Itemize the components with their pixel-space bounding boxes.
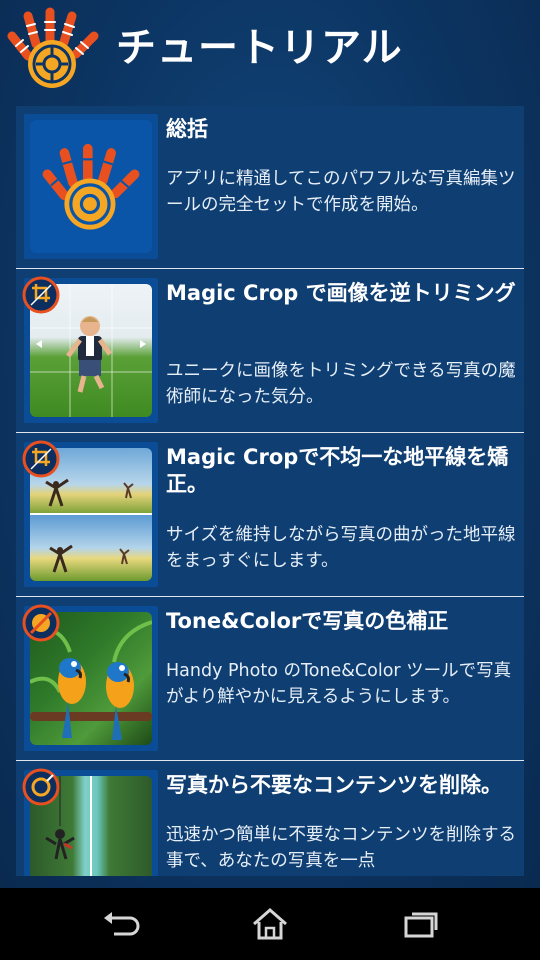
item-description: Handy Photo のTone&Color ツールで写真がより鮮やかに見える…	[166, 661, 512, 707]
retouch-icon	[22, 768, 60, 806]
item-title: 総括	[166, 117, 208, 141]
item-title: Tone&Colorで写真の色補正	[166, 609, 449, 633]
item-description: アプリに精通してこのパワフルな写真編集ツールの完全セットで作成を開始。	[166, 169, 516, 215]
thumbnail	[22, 276, 158, 423]
item-description: 迅速かつ簡単に不要なコンテンツを削除する事で、あなたの写真を一点	[166, 825, 516, 871]
tone-color-icon	[22, 604, 60, 642]
recent-apps-icon[interactable]	[396, 904, 444, 944]
magic-crop-icon	[22, 276, 60, 314]
thumbnail	[22, 604, 158, 751]
tutorial-screen: チュートリアル 総括 アプリに精通してこのパワフルな写真編集ツールの完全セットで…	[0, 0, 540, 888]
page-title: チュートリアル	[116, 25, 403, 71]
hand-photo-logo-icon	[7, 7, 99, 88]
item-title: Magic Crop で画像を逆トリミング	[166, 281, 516, 305]
list-item[interactable]: Magic Cropで不均一な地平線を矯正。 サイズを維持しながら写真の曲がった…	[16, 434, 524, 597]
list-item[interactable]: Magic Crop で画像を逆トリミング ユニークに画像をトリミングできる写真…	[16, 270, 524, 433]
divider	[16, 596, 524, 597]
list-item[interactable]: Tone&Colorで写真の色補正 Handy Photo のTone&Colo…	[16, 598, 524, 761]
list-item[interactable]: 総括 アプリに精通してこのパワフルな写真編集ツールの完全セットで作成を開始。	[16, 106, 524, 269]
tutorial-list[interactable]: 総括 アプリに精通してこのパワフルな写真編集ツールの完全セットで作成を開始。 M…	[16, 106, 524, 876]
home-icon[interactable]	[246, 904, 294, 944]
divider	[16, 760, 524, 761]
magic-crop-icon	[22, 440, 60, 478]
item-title: 写真から不要なコンテンツを削除。	[166, 773, 502, 797]
item-description: サイズを維持しながら写真の曲がった地平線をまっすぐにします。	[166, 525, 516, 571]
thumbnail	[24, 114, 158, 259]
item-description: ユニークに画像をトリミングできる写真の魔術師になった気分。	[166, 361, 516, 407]
hand-logo-thumbnail	[30, 120, 152, 253]
back-icon[interactable]	[96, 904, 144, 944]
divider	[16, 432, 524, 433]
item-title: Magic Cropで不均一な地平線を矯正。	[166, 445, 509, 496]
thumbnail	[22, 440, 158, 587]
list-item[interactable]: 写真から不要なコンテンツを削除。 迅速かつ簡単に不要なコンテンツを削除する事で、…	[16, 762, 524, 876]
thumbnail	[22, 768, 158, 876]
navigation-bar	[0, 888, 540, 960]
hand-photo-logo-icon	[42, 143, 140, 230]
divider	[16, 268, 524, 269]
header: チュートリアル	[0, 0, 540, 96]
